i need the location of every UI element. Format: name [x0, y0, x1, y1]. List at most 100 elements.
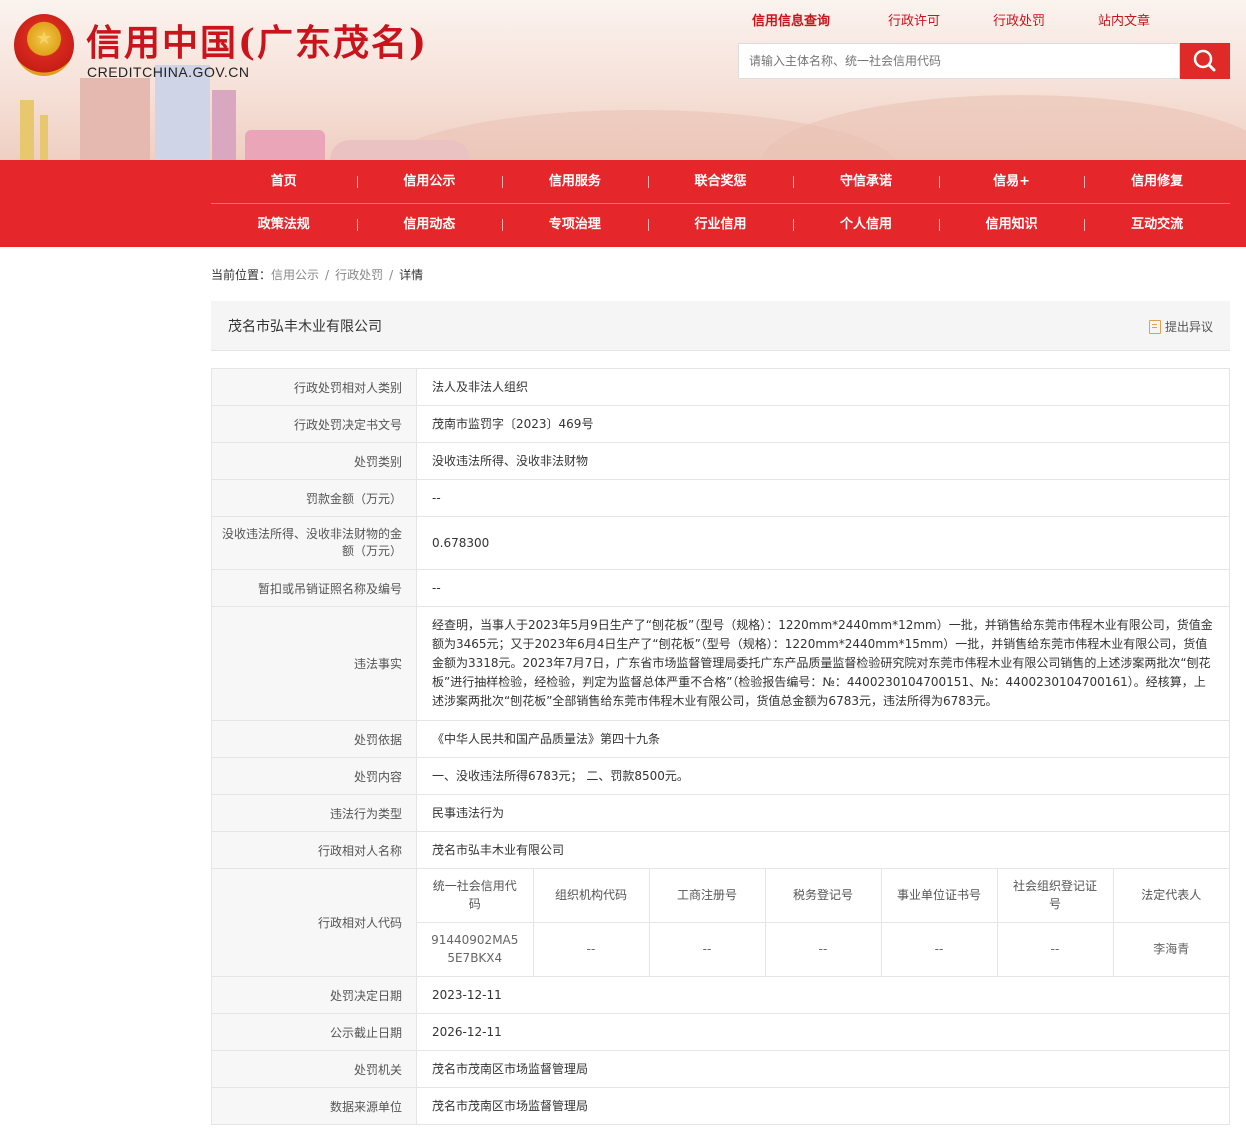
nav-item-credit-news[interactable]: 信用动态 [356, 203, 503, 246]
detail-value: 茂名市弘丰木业有限公司 [416, 831, 1230, 869]
detail-value: 2026-12-11 [416, 1013, 1230, 1051]
breadcrumb-separator: / [325, 268, 330, 282]
top-link-credit-query[interactable]: 信用信息查询 [752, 10, 830, 29]
detail-value: 没收违法所得、没收非法财物 [416, 442, 1230, 480]
banner-building [245, 130, 325, 160]
nav-item-credit-service[interactable]: 信用服务 [502, 160, 648, 203]
nav-item-joint-rewards[interactable]: 联合奖惩 [647, 160, 794, 203]
detail-row: 公示截止日期 2026-12-11 [211, 1013, 1230, 1051]
search-icon [1193, 49, 1216, 72]
nav-item-home[interactable]: 首页 [211, 160, 357, 203]
code-header: 统一社会信用代码 [417, 869, 534, 923]
nav-item-personal-credit[interactable]: 个人信用 [793, 203, 939, 246]
violation-facts-text: 经查明，当事人于2023年5月9日生产了“刨花板”（型号（规格）：1220mm*… [416, 606, 1230, 721]
detail-label: 行政相对人代码 [211, 868, 417, 977]
detail-row: 行政相对人代码 统一社会信用代码 组织机构代码 工商注册号 税务登记号 事业单位… [211, 868, 1230, 977]
detail-row: 处罚决定日期 2023-12-11 [211, 976, 1230, 1014]
detail-row: 数据来源单位 茂名市茂南区市场监督管理局 [211, 1087, 1230, 1125]
company-title-bar: 茂名市弘丰木业有限公司 提出异议 [211, 301, 1230, 351]
detail-label: 处罚类别 [211, 442, 417, 480]
national-emblem-icon: ★ [14, 14, 74, 76]
search-input[interactable] [739, 44, 1179, 78]
banner-tower [20, 100, 34, 160]
detail-row: 处罚内容 一、没收违法所得6783元； 二、罚款8500元。 [211, 757, 1230, 795]
detail-value: 法人及非法人组织 [416, 368, 1230, 406]
detail-label: 处罚决定日期 [211, 976, 417, 1014]
search-box [738, 43, 1180, 79]
code-header: 税务登记号 [765, 869, 882, 923]
top-links: 信用信息查询 行政许可 行政处罚 站内文章 [738, 10, 1178, 30]
unified-credit-code: 91440902MA55E7BKX4 [417, 922, 534, 976]
nav-item-industry-credit[interactable]: 行业信用 [647, 203, 794, 246]
detail-value: 茂南市监罚字〔2023〕469号 [416, 405, 1230, 443]
code-header: 组织机构代码 [533, 869, 650, 923]
detail-label: 违法行为类型 [211, 794, 417, 832]
banner-pagoda [212, 90, 236, 160]
top-link-site-articles[interactable]: 站内文章 [1098, 10, 1150, 29]
top-link-admin-penalty[interactable]: 行政处罚 [993, 10, 1045, 29]
penalty-detail-table: 行政处罚相对人类别 法人及非法人组织 行政处罚决定书文号 茂南市监罚字〔2023… [211, 368, 1230, 1125]
detail-row: 处罚类别 没收违法所得、没收非法财物 [211, 442, 1230, 480]
detail-label: 处罚机关 [211, 1050, 417, 1088]
entity-codes-header-row: 统一社会信用代码 组织机构代码 工商注册号 税务登记号 事业单位证书号 社会组织… [417, 869, 1229, 923]
site-logo-domain: CREDITCHINA.GOV.CN [87, 64, 250, 80]
nav-item-credit-knowledge[interactable]: 信用知识 [938, 203, 1085, 246]
detail-label: 没收违法所得、没收非法财物的金额（万元） [211, 516, 417, 570]
detail-row: 罚款金额（万元） -- [211, 479, 1230, 517]
code-header: 工商注册号 [649, 869, 766, 923]
site-logo-text[interactable]: 信用中国(广东茂名) [86, 14, 428, 66]
detail-row: 行政相对人名称 茂名市弘丰木业有限公司 [211, 831, 1230, 869]
breadcrumb-link-credit-publicity[interactable]: 信用公示 [271, 268, 319, 282]
nav-item-xinyi-plus[interactable]: 信易+ [938, 160, 1085, 203]
code-header: 事业单位证书号 [881, 869, 998, 923]
detail-row: 行政处罚相对人类别 法人及非法人组织 [211, 368, 1230, 406]
detail-row: 没收违法所得、没收非法财物的金额（万元） 0.678300 [211, 516, 1230, 570]
code-header: 社会组织登记证号 [997, 869, 1114, 923]
detail-value: -- [416, 479, 1230, 517]
code-header: 法定代表人 [1113, 869, 1229, 923]
banner-bridge [330, 140, 470, 160]
search-button[interactable] [1180, 43, 1230, 79]
banner-tower [40, 115, 48, 160]
entity-codes-value-row: 91440902MA55E7BKX4 -- -- -- -- -- 李海青 [417, 922, 1229, 976]
banner-hill [760, 95, 1246, 160]
detail-label: 行政处罚相对人类别 [211, 368, 417, 406]
detail-value: 茂名市茂南区市场监督管理局 [416, 1087, 1230, 1125]
nav-item-credit-repair[interactable]: 信用修复 [1084, 160, 1230, 203]
detail-value: 2023-12-11 [416, 976, 1230, 1014]
company-name-title: 茂名市弘丰木业有限公司 [228, 319, 382, 335]
detail-value: 茂名市茂南区市场监督管理局 [416, 1050, 1230, 1088]
nav-item-credit-commitment[interactable]: 守信承诺 [793, 160, 939, 203]
detail-label: 处罚依据 [211, 720, 417, 758]
detail-row: 违法行为类型 民事违法行为 [211, 794, 1230, 832]
detail-label: 罚款金额（万元） [211, 479, 417, 517]
nav-item-policy[interactable]: 政策法规 [211, 203, 357, 246]
detail-row: 处罚依据 《中华人民共和国产品质量法》第四十九条 [211, 720, 1230, 758]
header-banner: ★ 信用中国(广东茂名) CREDITCHINA.GOV.CN 信用信息查询 行… [0, 0, 1246, 160]
detail-value: -- [416, 569, 1230, 607]
org-code: -- [533, 922, 650, 976]
objection-document-icon [1148, 319, 1161, 334]
detail-label: 暂扣或吊销证照名称及编号 [211, 569, 417, 607]
detail-row: 处罚机关 茂名市茂南区市场监督管理局 [211, 1050, 1230, 1088]
business-reg-no: -- [649, 922, 766, 976]
detail-row: 行政处罚决定书文号 茂南市监罚字〔2023〕469号 [211, 405, 1230, 443]
raise-objection-button[interactable]: 提出异议 [1148, 318, 1213, 335]
breadcrumb-prefix: 当前位置： [211, 268, 272, 282]
top-link-admin-license[interactable]: 行政许可 [888, 10, 940, 29]
main-nav: 首页 信用公示 信用服务 联合奖惩 守信承诺 信易+ 信用修复 政策法规 信用动… [0, 160, 1246, 247]
nav-row-2: 政策法规 信用动态 专项治理 行业信用 个人信用 信用知识 互动交流 [211, 203, 1230, 246]
detail-label: 行政处罚决定书文号 [211, 405, 417, 443]
detail-row: 暂扣或吊销证照名称及编号 -- [211, 569, 1230, 607]
nav-item-credit-publicity[interactable]: 信用公示 [356, 160, 503, 203]
detail-label: 行政相对人名称 [211, 831, 417, 869]
nav-row-1: 首页 信用公示 信用服务 联合奖惩 守信承诺 信易+ 信用修复 [211, 160, 1230, 203]
detail-row: 违法事实 经查明，当事人于2023年5月9日生产了“刨花板”（型号（规格）：12… [211, 606, 1230, 721]
breadcrumb-current: 详情 [399, 268, 424, 282]
nav-item-special-governance[interactable]: 专项治理 [502, 203, 648, 246]
detail-label: 违法事实 [211, 606, 417, 721]
detail-value: 一、没收违法所得6783元； 二、罚款8500元。 [416, 757, 1230, 795]
breadcrumb-link-admin-penalty[interactable]: 行政处罚 [335, 268, 383, 282]
detail-label: 公示截止日期 [211, 1013, 417, 1051]
nav-item-interaction[interactable]: 互动交流 [1084, 203, 1230, 246]
